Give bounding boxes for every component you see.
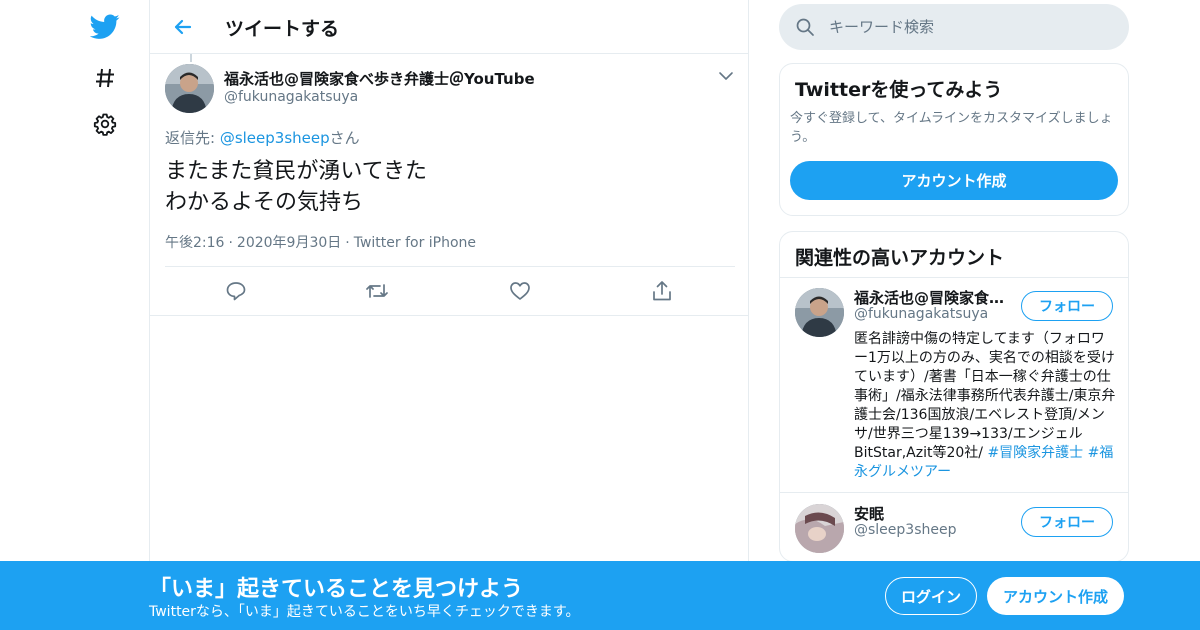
page: ツイートする 福永活也@冒険家食べ歩き弁護士＠YouTube @fukunaga… — [0, 0, 1200, 630]
hashtag-link[interactable]: #冒険家弁護士 — [987, 445, 1083, 461]
tweet-actions — [165, 275, 735, 307]
reply-context: 返信先: @sleep3sheepさん — [165, 127, 360, 148]
heart-icon — [510, 282, 530, 300]
search-box — [779, 4, 1129, 50]
account-handle[interactable]: @sleep3sheep — [854, 522, 956, 538]
reply-icon — [226, 282, 246, 301]
meta-separator: · — [345, 235, 350, 251]
tweet-source[interactable]: Twitter for iPhone — [354, 235, 476, 251]
signup-card: Twitterを使ってみよう 今すぐ登録して、タイムラインをカスタマイズしましょ… — [779, 63, 1129, 216]
account-handle[interactable]: @fukunagakatsuya — [854, 306, 988, 322]
login-button[interactable]: ログイン — [885, 577, 977, 615]
avatar[interactable] — [795, 504, 844, 553]
divider — [780, 277, 1128, 278]
tweet-meta: 午後2:16 · 2020年9月30日 · Twitter for iPhone — [165, 232, 476, 252]
avatar[interactable] — [165, 64, 214, 113]
settings-link[interactable] — [88, 107, 122, 141]
bottom-signup-bar: 「いま」起きていることを見つけよう Twitterなら、「いま」起きていることを… — [0, 561, 1200, 630]
share-button[interactable] — [650, 279, 674, 303]
create-account-button[interactable]: アカウント作成 — [987, 577, 1124, 615]
follow-button[interactable]: フォロー — [1021, 291, 1113, 321]
twitter-bird-icon — [90, 14, 120, 39]
avatar-photo — [795, 288, 844, 337]
back-button[interactable] — [166, 10, 200, 44]
hashtag-icon — [96, 68, 114, 88]
main-column: ツイートする 福永活也@冒険家食べ歩き弁護士＠YouTube @fukunaga… — [149, 0, 749, 630]
author-handle[interactable]: @fukunagakatsuya — [224, 89, 358, 105]
avatar-photo — [165, 64, 214, 113]
account-name[interactable]: 安眠 — [854, 503, 1004, 524]
page-title: ツイートする — [225, 18, 340, 40]
bottom-bar-title: 「いま」起きていることを見つけよう — [149, 577, 524, 602]
tweet-menu-button[interactable] — [718, 68, 734, 84]
retweet-button[interactable] — [365, 279, 389, 303]
related-accounts-title: 関連性の高いアカウント — [795, 247, 1005, 269]
arrow-left-icon — [174, 19, 192, 35]
follow-button[interactable]: フォロー — [1021, 507, 1113, 537]
account-bio: 匿名誹謗中傷の特定してます（フォロワー1万以上の方のみ、実名での相談を受けていま… — [854, 330, 1116, 482]
search-input[interactable] — [829, 4, 1119, 50]
tweet-text: またまた貧民が湧いてきた わかるよその気持ち — [165, 159, 428, 215]
meta-separator: · — [228, 235, 233, 251]
avatar[interactable] — [795, 288, 844, 337]
related-accounts-card: 関連性の高いアカウント 福永活也@冒険家食… @fukunagakatsuya … — [779, 231, 1129, 562]
author-name[interactable]: 福永活也@冒険家食べ歩き弁護士＠YouTube — [224, 68, 535, 89]
reply-prefix: 返信先: — [165, 129, 220, 147]
bottom-bar-subtitle: Twitterなら、「いま」起きていることをいち早くチェックできます。 — [149, 604, 580, 620]
avatar-photo — [795, 504, 844, 553]
divider — [780, 492, 1128, 493]
reply-button[interactable] — [224, 279, 248, 303]
thread-connector — [190, 54, 192, 62]
chevron-down-icon — [719, 72, 733, 80]
gear-icon — [93, 113, 117, 136]
retweet-icon — [366, 284, 388, 298]
search-icon — [796, 18, 814, 36]
share-icon — [653, 281, 671, 301]
reply-handle-link[interactable]: @sleep3sheep — [220, 129, 330, 147]
page-header: ツイートする — [150, 0, 748, 54]
account-bio-text: 匿名誹謗中傷の特定してます（フォロワー1万以上の方のみ、実名での相談を受けていま… — [854, 331, 1116, 461]
create-account-button[interactable]: アカウント作成 — [790, 161, 1118, 200]
like-button[interactable] — [508, 279, 532, 303]
divider — [165, 266, 735, 267]
tweet-time[interactable]: 午後2:16 — [165, 235, 224, 251]
twitter-home-link[interactable] — [88, 10, 122, 44]
account-name[interactable]: 福永活也@冒険家食… — [854, 287, 1004, 308]
explore-link[interactable] — [88, 61, 122, 95]
divider — [150, 315, 748, 316]
reply-suffix: さん — [329, 129, 360, 147]
tweet-date[interactable]: 2020年9月30日 — [237, 235, 341, 251]
signup-card-title: Twitterを使ってみよう — [795, 79, 1003, 101]
signup-card-description: 今すぐ登録して、タイムラインをカスタマイズしましょう。 — [790, 111, 1113, 145]
